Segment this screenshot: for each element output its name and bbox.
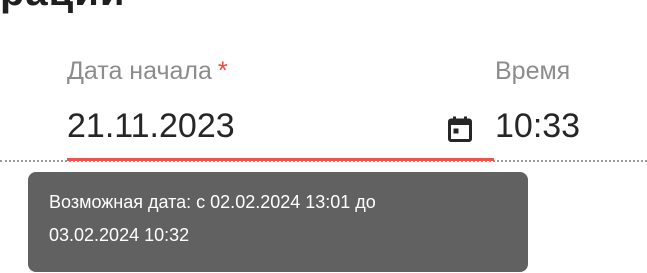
date-range-tooltip: Возможная дата: с 02.02.2024 13:01 до 03… [28,172,528,272]
tooltip-line-2: 03.02.2024 10:32 [49,225,190,245]
time-input[interactable]: 10:33 [495,107,580,146]
date-input-error-underline [67,158,494,161]
section-heading: рации [0,0,125,15]
start-date-input[interactable]: 21.11.2023 [67,107,427,146]
start-date-label: Дата начала * [67,57,228,86]
required-mark: * [217,57,228,85]
tooltip-line-1: Возможная дата: с 02.02.2024 13:01 до [49,192,376,212]
calendar-icon[interactable] [448,116,472,142]
time-label: Время [495,57,571,85]
start-date-label-text: Дата начала [67,57,212,85]
